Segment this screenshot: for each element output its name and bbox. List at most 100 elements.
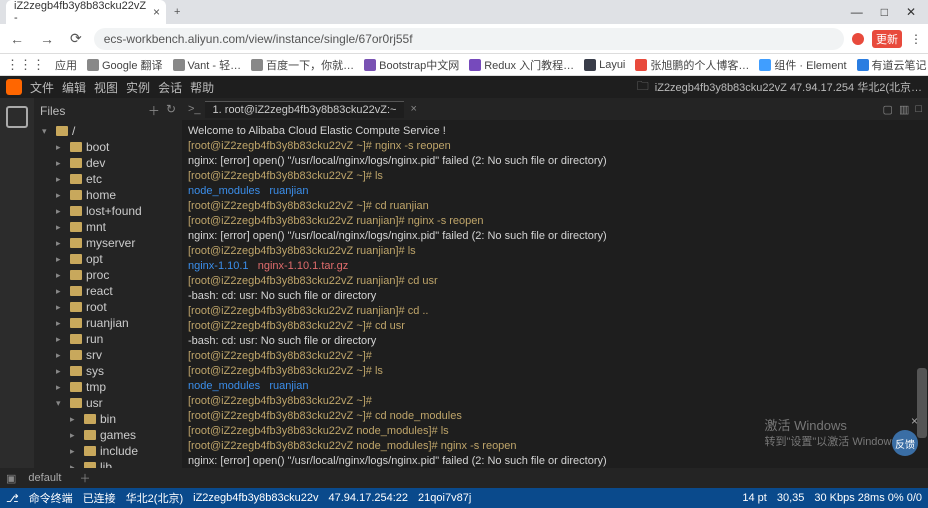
apps-icon[interactable]: ⋮⋮⋮	[6, 57, 45, 73]
tree-label: include	[100, 444, 138, 458]
folder-icon	[70, 222, 82, 232]
tree-node[interactable]: ▸include	[34, 443, 182, 459]
chevron-icon: ▸	[56, 238, 66, 249]
bookmark-item[interactable]: Google 翻译	[87, 57, 163, 73]
chevron-icon: ▸	[70, 430, 80, 441]
tree-node[interactable]: ▸ myserver	[34, 235, 182, 251]
tree-node[interactable]: ▸react	[34, 283, 182, 299]
tree-node[interactable]: ▸ mnt	[34, 219, 182, 235]
refresh-icon[interactable]: ↻	[166, 102, 176, 119]
menu-item[interactable]: 文件	[30, 79, 54, 96]
chevron-icon: ▸	[56, 350, 66, 361]
maximize-icon[interactable]: □	[881, 5, 888, 19]
scrollbar-thumb[interactable]	[917, 368, 927, 438]
url-input[interactable]: ecs-workbench.aliyun.com/view/instance/s…	[94, 28, 844, 50]
folder-icon	[70, 286, 82, 296]
status-bar: ⎇ 命令终端 已连接 华北2(北京) iZ2zegb4fb3y8b83cku22…	[0, 488, 928, 508]
tree-node[interactable]: ▸dev	[34, 155, 182, 171]
menu-item[interactable]: 帮助	[190, 79, 214, 96]
feedback-button[interactable]: 反馈	[892, 430, 918, 456]
folder-icon	[70, 142, 82, 152]
app-menubar: 文件 编辑 视图 实例 会话 帮助 🗀 iZ2zegb4fb3y8b83cku2…	[0, 76, 928, 98]
bookmark-item[interactable]: 组件 · Element	[759, 57, 846, 73]
back-icon[interactable]: ←	[6, 29, 28, 49]
status-item: 命令终端	[29, 490, 73, 506]
menu-item[interactable]: 编辑	[62, 79, 86, 96]
tree-label: opt	[86, 252, 103, 266]
bookmark-item[interactable]: Layui	[584, 59, 625, 71]
tree-node[interactable]: ▸srv	[34, 347, 182, 363]
bookmark-item[interactable]: Bootstrap中文网	[364, 57, 459, 73]
tree-node[interactable]: ▾/	[34, 123, 182, 139]
add-icon[interactable]: ＋	[148, 102, 160, 119]
tree-node[interactable]: ▸home	[34, 187, 182, 203]
bookmark-icon	[469, 59, 481, 71]
browser-tab[interactable]: iZ2zegb4fb3y8b83cku22vZ - ×	[6, 0, 166, 24]
sidebar-title: Files	[40, 104, 65, 118]
files-icon[interactable]	[6, 106, 28, 128]
minimize-icon[interactable]: —	[851, 5, 863, 19]
chevron-icon: ▸	[56, 334, 66, 345]
terminal-tab-close-icon[interactable]: ×	[410, 103, 416, 115]
tree-node[interactable]: ▸etc	[34, 171, 182, 187]
tree-node[interactable]: ▸lib	[34, 459, 182, 468]
bookmark-icon	[364, 59, 376, 71]
tree-node[interactable]: ▸run	[34, 331, 182, 347]
reload-icon[interactable]: ⟳	[66, 28, 86, 49]
bookmark-item[interactable]: Vant - 轻…	[173, 57, 242, 73]
terminal-panel: >_ 1. root@iZ2zegb4fb3y8b83cku22vZ:~ × ▢…	[182, 98, 928, 468]
chevron-icon: ▸	[70, 462, 80, 469]
chevron-icon: ▸	[56, 254, 66, 265]
folder-icon: 🗀	[637, 77, 649, 98]
status-item[interactable]: ⎇	[6, 492, 19, 505]
bookmark-icon	[87, 59, 99, 71]
new-tab-button[interactable]: +	[166, 6, 188, 18]
menu-item[interactable]: 视图	[94, 79, 118, 96]
tree-label: lost+found	[86, 204, 142, 218]
folder-icon	[70, 302, 82, 312]
close-icon[interactable]: ×	[153, 5, 160, 19]
tree-label: myserver	[86, 236, 135, 250]
tree-node[interactable]: ▸sys	[34, 363, 182, 379]
chevron-icon: ▸	[56, 302, 66, 313]
app-logo-icon	[6, 79, 22, 95]
bottom-tab-default[interactable]: default	[20, 470, 69, 486]
tree-node[interactable]: ▸games	[34, 427, 182, 443]
terminal-output[interactable]: Welcome to Alibaba Cloud Elastic Compute…	[182, 120, 928, 468]
menu-item[interactable]: 实例	[126, 79, 150, 96]
extension-icon[interactable]	[852, 33, 864, 45]
bookmark-item[interactable]: 有道云笔记	[857, 57, 927, 73]
tree-node[interactable]: ▸ opt	[34, 251, 182, 267]
folder-icon	[70, 318, 82, 328]
tree-node[interactable]: ▸root	[34, 299, 182, 315]
bookmark-item[interactable]: Redux 入门教程…	[469, 57, 574, 73]
forward-icon[interactable]: →	[36, 29, 58, 49]
folder-icon	[70, 254, 82, 264]
status-item: 21qoi7v87j	[418, 492, 471, 504]
update-button[interactable]: 更新	[872, 30, 902, 48]
tree-node[interactable]: ▾usr	[34, 395, 182, 411]
apps-label[interactable]: 应用	[55, 57, 77, 73]
close-icon[interactable]: ×	[911, 414, 918, 428]
add-tab-icon[interactable]: ＋	[69, 470, 100, 486]
menu-item[interactable]: 会话	[158, 79, 182, 96]
tree-node[interactable]: ▸proc	[34, 267, 182, 283]
bookmarks-bar: ⋮⋮⋮ 应用 Google 翻译 Vant - 轻… 百度一下，你就… Boot…	[0, 54, 928, 76]
layout-icon[interactable]: □	[915, 103, 922, 116]
layout-icon[interactable]: ▢	[883, 103, 893, 116]
window-close-icon[interactable]: ✕	[906, 5, 916, 19]
terminal-tab[interactable]: 1. root@iZ2zegb4fb3y8b83cku22vZ:~	[205, 101, 405, 118]
bookmark-item[interactable]: 张旭鹏的个人博客…	[635, 57, 749, 73]
file-explorer: Files ＋ ↻ ▾/▸boot▸dev▸etc▸home▸lost+foun…	[34, 98, 182, 468]
tree-node[interactable]: ▸lost+found	[34, 203, 182, 219]
folder-icon	[70, 158, 82, 168]
tree-node[interactable]: ▸tmp	[34, 379, 182, 395]
browser-menu-icon[interactable]: ⋮	[910, 32, 922, 46]
layout-icon[interactable]: ▥	[899, 103, 909, 116]
chevron-icon: ▸	[56, 222, 66, 233]
tree-label: mnt	[86, 220, 106, 234]
bookmark-item[interactable]: 百度一下，你就…	[251, 57, 354, 73]
tree-node[interactable]: ▸boot	[34, 139, 182, 155]
tree-node[interactable]: ▸bin	[34, 411, 182, 427]
tree-node[interactable]: ▸ruanjian	[34, 315, 182, 331]
